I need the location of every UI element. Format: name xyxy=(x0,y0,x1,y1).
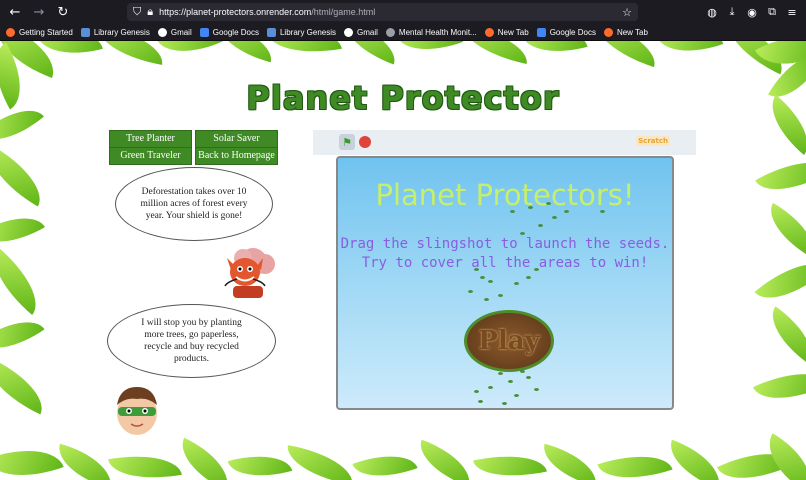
villain-character xyxy=(219,244,281,298)
play-button[interactable]: Play xyxy=(464,310,554,372)
instructions-line-2: Try to cover all the areas to win! xyxy=(361,255,649,271)
hero-speech-text: I will stop you by planting more trees, … xyxy=(141,318,242,364)
bookmark-label: Google Docs xyxy=(549,27,596,37)
green-flag-icon[interactable]: ⚑ xyxy=(339,134,355,150)
bookmark-new-tab-2[interactable]: New Tab xyxy=(603,27,648,37)
bookmark-label: New Tab xyxy=(616,27,648,37)
bookmark-getting-started[interactable]: Getting Started xyxy=(6,27,73,37)
toolbar-right-icons: ◍ ⤓ ◉ ⧉ ≡ xyxy=(702,3,802,21)
bookmark-mental-health[interactable]: Mental Health Monit... xyxy=(385,27,477,37)
firefox-icon xyxy=(603,27,613,37)
bookmark-label: Mental Health Monit... xyxy=(398,27,477,37)
back-icon[interactable]: ← xyxy=(6,3,24,21)
game-stage[interactable]: Planet Protectors! Drag the slingshot to… xyxy=(336,156,674,410)
globe-icon xyxy=(385,27,395,37)
villain-speech-bubble: Deforestation takes over 10 million acre… xyxy=(115,167,273,241)
hero-character xyxy=(112,381,162,437)
bookmark-label: Getting Started xyxy=(19,27,73,37)
page-content: Planet Protector Tree Planter Solar Save… xyxy=(0,41,806,480)
browser-toolbar: ← → ↻ ⛉ 🔒︎ https://planet-protectors.onr… xyxy=(0,0,806,24)
url-text[interactable]: https://planet-protectors.onrender.com/h… xyxy=(159,7,375,17)
game-title: Planet Protectors! xyxy=(375,178,635,212)
google-icon xyxy=(157,27,167,37)
bookmark-label: Gmail xyxy=(357,27,378,37)
account-icon[interactable]: ◉ xyxy=(742,3,762,21)
hero-speech-bubble: I will stop you by planting more trees, … xyxy=(107,304,276,378)
bookmark-gmail-2[interactable]: Gmail xyxy=(344,27,378,37)
reload-icon[interactable]: ↻ xyxy=(54,3,72,21)
tree-planter-button[interactable]: Tree Planter xyxy=(109,130,192,148)
docs-icon xyxy=(536,27,546,37)
bookmark-google-docs[interactable]: Google Docs xyxy=(199,27,259,37)
green-traveler-button[interactable]: Green Traveler xyxy=(109,147,192,165)
google-icon xyxy=(344,27,354,37)
bookmark-star-icon[interactable]: ☆ xyxy=(622,6,632,19)
bookmark-label: Gmail xyxy=(170,27,192,37)
bookmark-label: New Tab xyxy=(497,27,529,37)
docs-icon xyxy=(199,27,209,37)
back-to-homepage-button[interactable]: Back to Homepage xyxy=(195,147,278,165)
bookmark-label: Library Genesis xyxy=(279,27,337,37)
firefox-icon xyxy=(6,27,15,37)
bookmark-label: Google Docs xyxy=(212,27,259,37)
page-icon xyxy=(80,27,90,37)
bookmark-gmail[interactable]: Gmail xyxy=(157,27,192,37)
stage-controls: ⚑ Scratch xyxy=(313,130,696,155)
bookmark-library-genesis-2[interactable]: Library Genesis xyxy=(266,27,337,37)
solar-saver-button[interactable]: Solar Saver xyxy=(195,130,278,148)
extensions-icon[interactable]: ⧉ xyxy=(762,3,782,21)
stop-icon[interactable] xyxy=(359,136,371,148)
instructions-line-1: Drag the slingshot to launch the seeds. xyxy=(340,236,670,252)
scratch-logo: Scratch xyxy=(636,136,670,146)
bookmark-library-genesis[interactable]: Library Genesis xyxy=(80,27,150,37)
villain-speech-text: Deforestation takes over 10 million acre… xyxy=(140,187,248,221)
bookmark-google-docs-2[interactable]: Google Docs xyxy=(536,27,596,37)
page-title: Planet Protector xyxy=(246,79,560,117)
pocket-icon[interactable]: ◍ xyxy=(702,3,722,21)
firefox-icon xyxy=(484,27,494,37)
lock-icon[interactable]: 🔒︎ xyxy=(147,5,153,19)
url-host: https://planet-protectors.onrender.com xyxy=(159,7,312,17)
address-bar[interactable]: ⛉ 🔒︎ https://planet-protectors.onrender.… xyxy=(127,3,638,21)
bookmarks-bar: Getting Started Library Genesis Gmail Go… xyxy=(0,24,806,41)
shield-icon[interactable]: ⛉ xyxy=(133,5,141,19)
forward-icon[interactable]: → xyxy=(30,3,48,21)
url-path: /html/game.html xyxy=(311,7,376,17)
downloads-icon[interactable]: ⤓ xyxy=(722,3,742,21)
page-icon xyxy=(266,27,276,37)
bookmark-new-tab[interactable]: New Tab xyxy=(484,27,529,37)
menu-icon[interactable]: ≡ xyxy=(782,3,802,21)
bookmark-label: Library Genesis xyxy=(93,27,150,37)
